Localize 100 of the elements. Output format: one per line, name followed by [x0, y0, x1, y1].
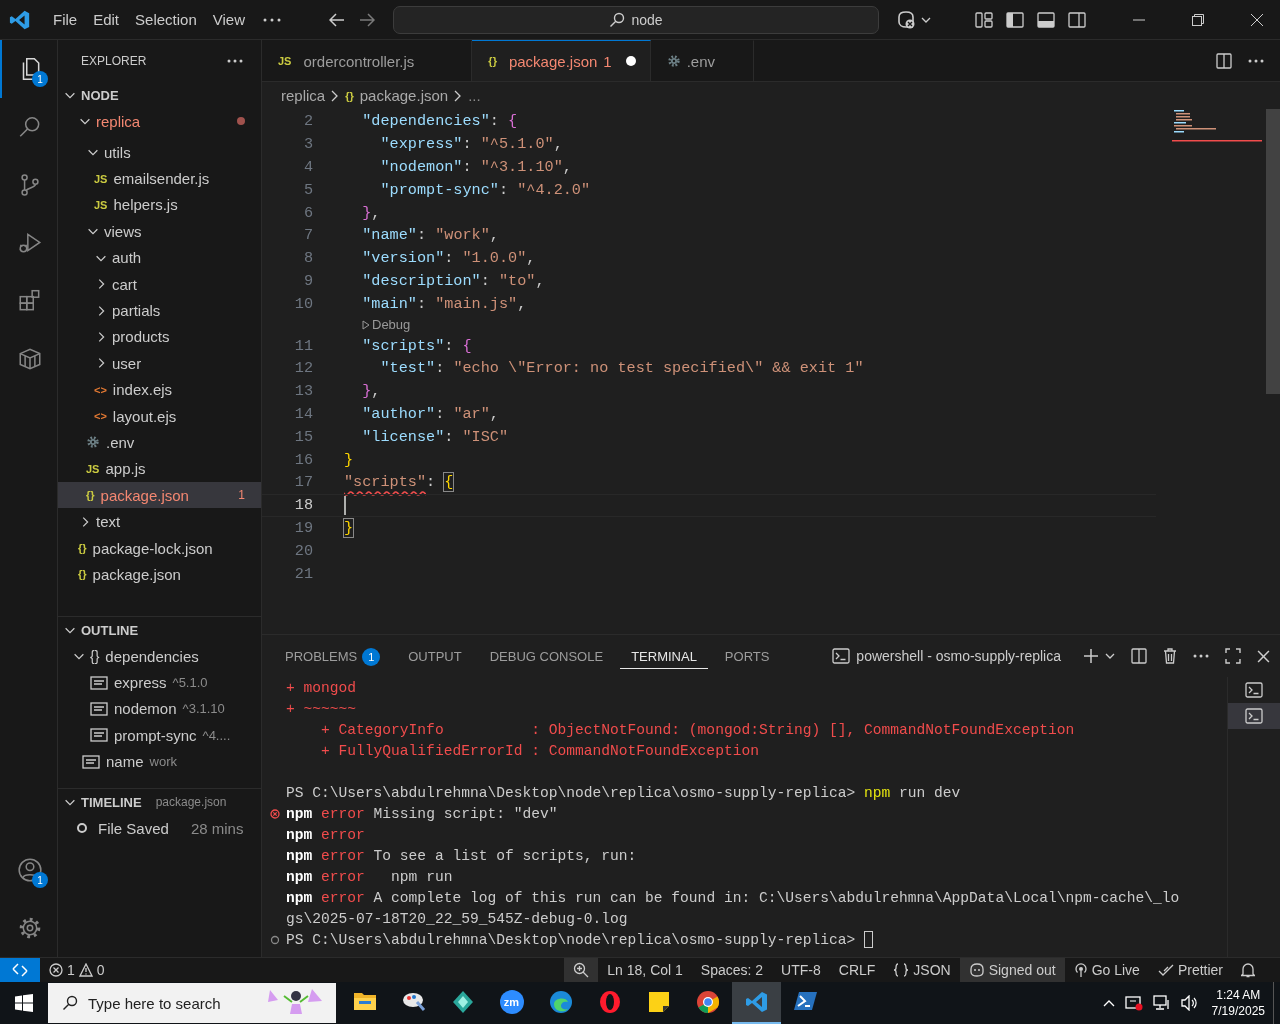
taskbar-search-field[interactable]: Type here to search: [48, 983, 336, 1023]
tree-item[interactable]: <> layout.ejs: [58, 402, 261, 430]
account-icon[interactable]: [16, 857, 43, 883]
tree-item[interactable]: auth: [58, 244, 261, 271]
tree-item[interactable]: cart: [58, 270, 261, 298]
tree-item[interactable]: views: [58, 218, 261, 245]
toggle-sidebar-icon[interactable]: [1006, 11, 1024, 28]
caret-icon[interactable]: [921, 16, 931, 23]
tree-item[interactable]: replica: [58, 108, 261, 135]
tree-item[interactable]: JS helpers.js: [58, 191, 261, 219]
tree-item[interactable]: {} package-lock.json: [58, 534, 261, 562]
volume-icon[interactable]: [1180, 995, 1199, 1011]
plus-icon[interactable]: [1083, 648, 1099, 664]
panel-tab[interactable]: OUTPUT: [397, 643, 473, 669]
code-line: "dependencies": {: [361, 112, 518, 131]
section-header[interactable]: OUTLINE: [58, 617, 261, 643]
outline-item[interactable]: prompt-sync ^4....: [58, 722, 261, 749]
maximize-icon[interactable]: [1225, 648, 1241, 664]
tree-item[interactable]: JS app.js: [58, 455, 261, 483]
breadcrumb-item[interactable]: ...: [468, 87, 481, 104]
outline-item[interactable]: nodemon ^3.1.10: [58, 695, 261, 723]
back-arrow-icon[interactable]: [329, 12, 345, 27]
diamond-icon[interactable]: [450, 990, 475, 1014]
toggle-panel-icon[interactable]: [1037, 11, 1055, 28]
status-item[interactable]: CRLF: [829, 958, 885, 982]
error-marker-icon[interactable]: [270, 809, 280, 819]
terminal-tab[interactable]: [1228, 703, 1280, 729]
outline-item[interactable]: {} dependencies: [58, 643, 261, 670]
split-editor-icon[interactable]: [1216, 52, 1232, 69]
panel-tab[interactable]: PROBLEMS 1: [274, 641, 392, 671]
menu-item[interactable]: Edit: [85, 7, 128, 32]
menu-item[interactable]: Selection: [127, 7, 205, 32]
minimize-icon[interactable]: [1133, 18, 1145, 21]
menu-item[interactable]: View: [204, 7, 253, 32]
minimap[interactable]: [1172, 109, 1262, 143]
scrollbar-thumb[interactable]: [1266, 109, 1280, 394]
code-editor-icon[interactable]: [744, 990, 769, 1014]
section-header[interactable]: TIMELINE package.json: [58, 789, 261, 815]
note-icon[interactable]: [646, 990, 671, 1014]
line-number: 3: [302, 135, 313, 154]
tree-item[interactable]: utils: [58, 139, 261, 166]
tree-item[interactable]: {} package.json 1: [58, 482, 261, 509]
chevron-up-icon[interactable]: [1102, 999, 1115, 1007]
tree-item[interactable]: text: [58, 508, 261, 535]
tree-item[interactable]: .env: [58, 429, 261, 456]
breadcrumb-item[interactable]: {} package.json: [345, 87, 449, 104]
command-marker-icon[interactable]: [270, 935, 280, 945]
panel-tab[interactable]: PORTS: [713, 643, 781, 669]
browser-icon[interactable]: [695, 990, 720, 1014]
breadcrumb-item[interactable]: replica: [281, 87, 326, 104]
problems-status[interactable]: 1 0: [40, 958, 114, 982]
more-icon[interactable]: [227, 59, 243, 63]
terminal-selector[interactable]: powershell - osmo-supply-replica: [832, 648, 1061, 664]
panel-tab[interactable]: DEBUG CONSOLE: [478, 643, 615, 669]
palette-icon[interactable]: [401, 990, 426, 1014]
status-item[interactable]: Signed out: [959, 958, 1065, 982]
menu-item[interactable]: File: [45, 7, 86, 32]
line-number: 13: [293, 382, 313, 401]
cube-icon[interactable]: [16, 346, 43, 372]
more-icon[interactable]: [1193, 654, 1209, 658]
tree-item[interactable]: <> index.ejs: [58, 376, 261, 403]
code-line: "test": "echo \"Error: no test specified\" && exit 1": [379, 359, 864, 378]
editor-tab[interactable]: .env: [650, 40, 755, 81]
editor-tab[interactable]: {} package.json 1: [472, 40, 651, 81]
timeline-entry[interactable]: File Saved 28 mins: [58, 815, 261, 841]
tree-item[interactable]: JS emailsender.js: [58, 165, 261, 192]
tree-item[interactable]: partials: [58, 297, 261, 324]
caret-icon[interactable]: [1105, 653, 1115, 659]
remote-button[interactable]: [0, 958, 40, 982]
split-terminal-icon[interactable]: [1131, 648, 1147, 664]
toggle-secondary-sidebar-icon[interactable]: [1068, 11, 1086, 28]
more-icon[interactable]: [263, 17, 281, 22]
outline-item[interactable]: name work: [58, 748, 261, 775]
browser-icon[interactable]: [548, 990, 573, 1014]
more-icon[interactable]: [1248, 58, 1264, 63]
outline-item[interactable]: express ^5.1.0: [58, 669, 261, 696]
status-item[interactable]: Go Live: [1064, 958, 1149, 982]
tree-item[interactable]: products: [58, 323, 261, 351]
trash-icon[interactable]: [1163, 648, 1177, 664]
status-item[interactable]: JSON: [884, 958, 960, 982]
status-item[interactable]: UTF-8: [772, 958, 830, 982]
close-icon[interactable]: [1257, 649, 1270, 663]
restore-icon[interactable]: [1192, 13, 1204, 26]
command-search-field[interactable]: node: [393, 5, 879, 34]
panel-tab[interactable]: TERMINAL: [620, 643, 708, 669]
network-icon[interactable]: [1152, 995, 1171, 1011]
status-item[interactable]: Ln 18, Col 1: [598, 958, 692, 982]
forward-arrow-icon[interactable]: [359, 12, 375, 27]
close-icon[interactable]: [1251, 13, 1263, 26]
section-header[interactable]: NODE: [58, 82, 261, 108]
status-item[interactable]: Prettier: [1148, 958, 1232, 982]
tree-item[interactable]: user: [58, 350, 261, 377]
tree-item[interactable]: {} package.json: [58, 561, 261, 588]
debug-codelens[interactable]: Debug: [362, 317, 411, 333]
zoom-button[interactable]: [564, 958, 599, 982]
security-alert-icon[interactable]: [1124, 995, 1143, 1011]
layout-icon[interactable]: [975, 11, 993, 28]
status-item[interactable]: Spaces: 2: [691, 958, 773, 982]
taskbar-clock[interactable]: 1:24 AM 7/19/2025: [1211, 987, 1265, 1019]
copilot-icon[interactable]: [895, 9, 917, 30]
